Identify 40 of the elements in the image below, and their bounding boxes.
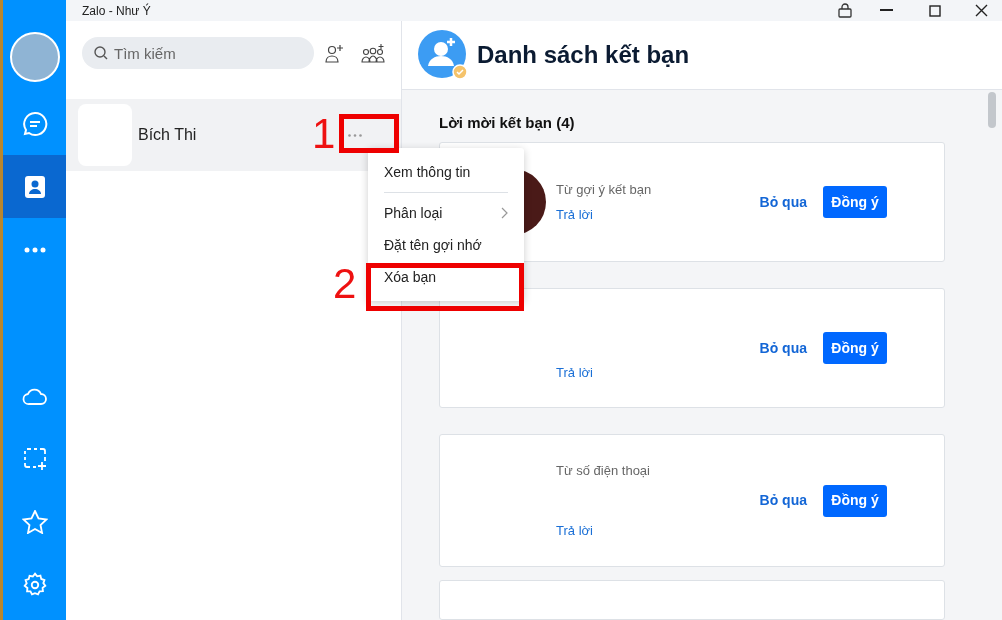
skip-button[interactable]: Bỏ qua [759, 490, 807, 511]
maximize-icon[interactable] [929, 4, 941, 17]
search-field[interactable]: Tìm kiếm [82, 37, 314, 69]
reply-link[interactable]: Trả lời [556, 520, 593, 540]
chevron-right-icon [501, 207, 508, 219]
contacts-tab[interactable] [3, 155, 66, 218]
accept-button[interactable]: Đồng ý [823, 332, 887, 364]
menu-item[interactable]: Phân loại [384, 202, 508, 224]
contacts-icon [22, 174, 47, 199]
star-icon [21, 509, 48, 534]
add-friend-icon[interactable] [324, 43, 346, 63]
request-source: Từ số điện thoại [556, 462, 651, 480]
close-icon[interactable] [975, 4, 988, 17]
search-icon [94, 46, 108, 60]
screenshot-icon [22, 446, 47, 471]
request-source: Từ gợi ý kết bạn [556, 180, 653, 199]
accept-button[interactable]: Đồng ý [823, 186, 887, 218]
annotation-number: 2 [333, 260, 357, 308]
accept-button[interactable]: Đồng ý [823, 484, 887, 517]
skip-button[interactable]: Bỏ qua [759, 337, 807, 359]
window-title: Zalo - Như Ý [82, 2, 151, 20]
more-icon [348, 133, 362, 137]
scrollbar-thumb[interactable] [988, 92, 996, 128]
minimize-icon[interactable] [880, 9, 893, 12]
skip-button[interactable]: Bỏ qua [759, 191, 807, 213]
menu-item[interactable]: Xóa bạn [384, 266, 508, 288]
menu-item[interactable]: Đặt tên gợi nhớ [384, 234, 508, 256]
reply-link[interactable]: Trả lời [556, 205, 593, 225]
page-title: Danh sách kết bạn [477, 40, 690, 70]
add-group-icon[interactable] [361, 43, 385, 63]
chat-icon [21, 110, 48, 137]
add-friend-icon [417, 29, 469, 81]
settings-icon [21, 571, 48, 598]
reply-link[interactable]: Trả lời [556, 363, 593, 383]
avatar-photo[interactable] [9, 32, 60, 82]
lock-icon[interactable] [838, 3, 852, 18]
contact-name: Bích Thi [138, 125, 197, 145]
annotation-number: 1 [312, 110, 336, 158]
section-heading: Lời mời kết bạn (4) [439, 113, 576, 133]
more-icon [23, 246, 46, 253]
